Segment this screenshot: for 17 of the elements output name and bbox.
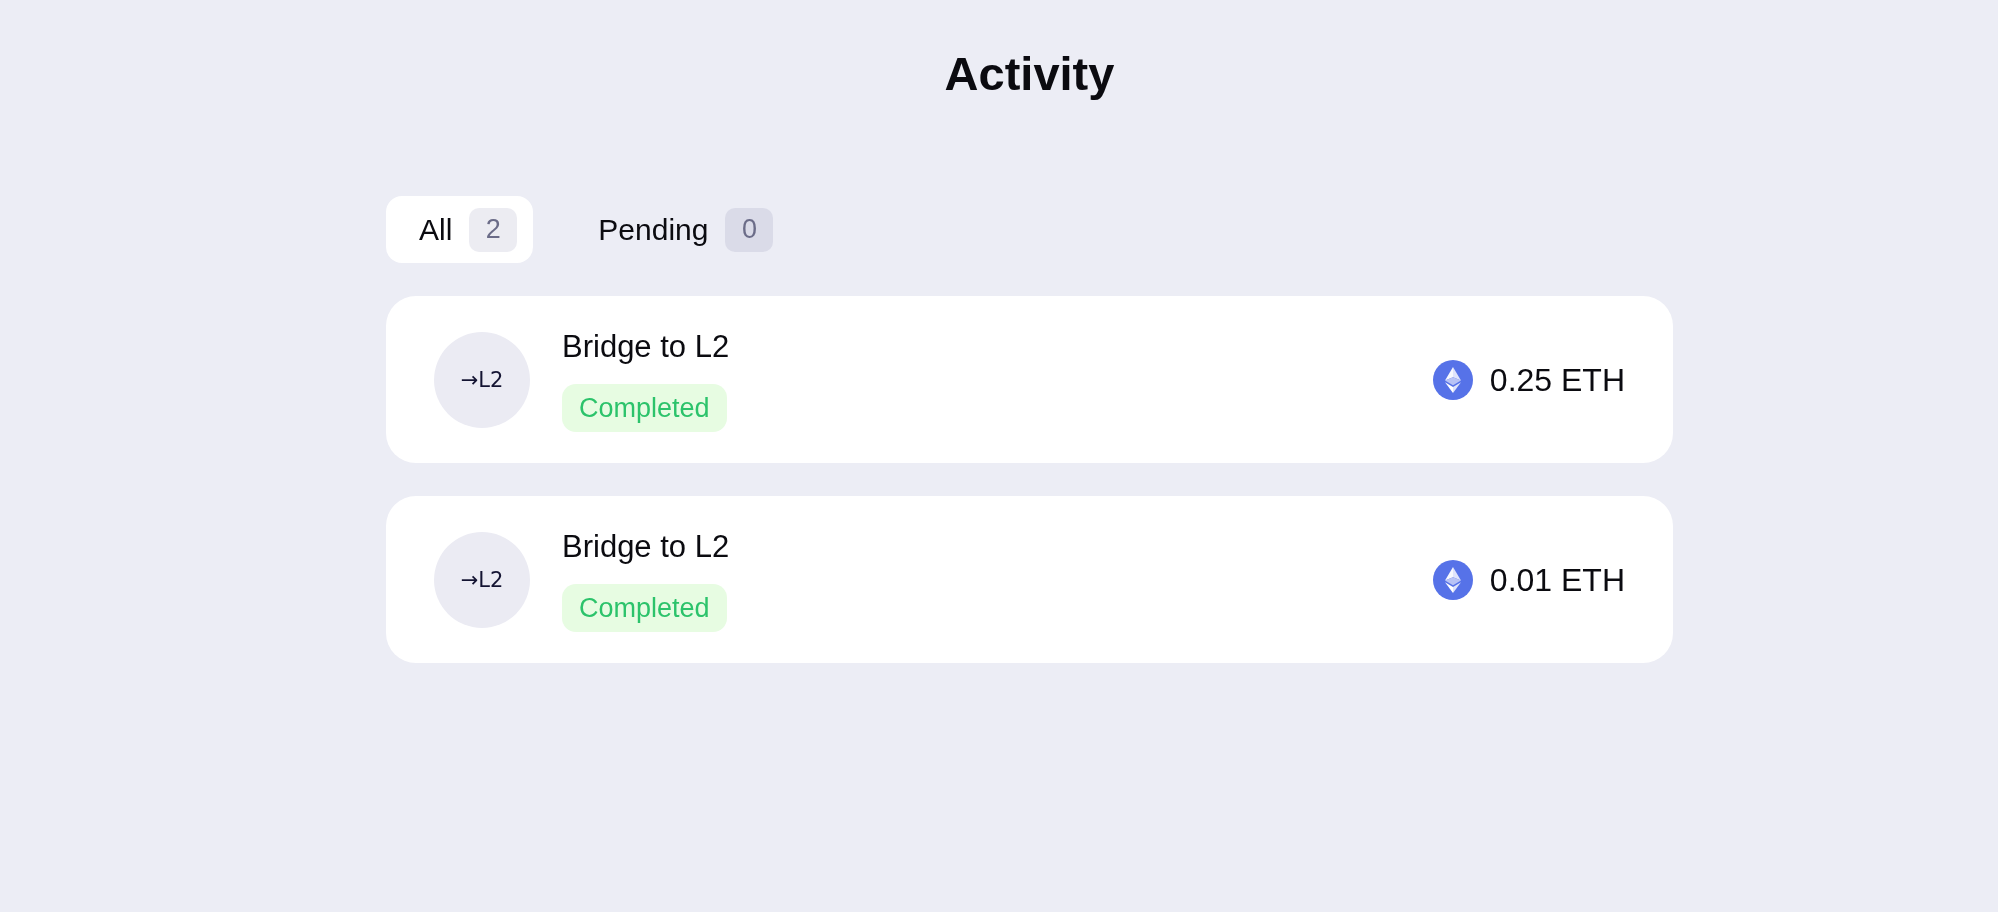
page-title: Activity: [944, 46, 1115, 102]
token-icon: [1432, 359, 1473, 400]
count-badge: 0: [725, 207, 774, 252]
count-badge: 2: [469, 207, 518, 252]
transaction-card[interactable]: →L2 Bridge to L2 Completed 0.01 ETH: [386, 496, 1673, 663]
transaction-title: Bridge to L2: [562, 328, 730, 366]
tab[interactable]: All 2: [386, 196, 534, 263]
token-icon: [1432, 559, 1473, 600]
tab[interactable]: Pending 0: [565, 196, 790, 263]
network-avatar: →L2: [434, 531, 530, 628]
status-badge: Completed: [562, 584, 727, 632]
transaction-title: Bridge to L2: [562, 528, 730, 566]
amount-text: 0.01 ETH: [1489, 560, 1625, 600]
transaction-card[interactable]: →L2 Bridge to L2 Completed 0.25 ETH: [386, 296, 1673, 463]
amount-text: 0.25 ETH: [1489, 360, 1625, 400]
status-badge: Completed: [562, 384, 727, 432]
network-avatar: →L2: [434, 331, 530, 428]
